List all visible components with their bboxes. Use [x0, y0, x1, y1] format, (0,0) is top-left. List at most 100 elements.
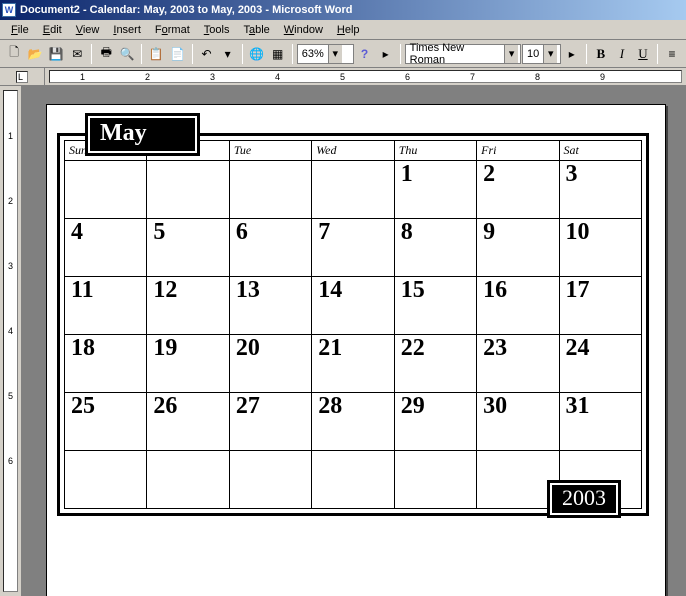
calendar-cell[interactable]	[65, 451, 147, 509]
calendar-cell[interactable]: 14	[312, 277, 394, 335]
calendar-cell[interactable]: 16	[477, 277, 559, 335]
calendar-cell[interactable]: 21	[312, 335, 394, 393]
ruler-tick: 6	[4, 456, 17, 466]
calendar-cell[interactable]: 7	[312, 219, 394, 277]
separator	[242, 44, 243, 64]
italic-button[interactable]: I	[612, 43, 632, 65]
ruler-tick: 7	[470, 71, 475, 82]
day-header: Wed	[312, 141, 394, 161]
calendar-row: 123	[65, 161, 642, 219]
calendar-cell[interactable]: 13	[229, 277, 311, 335]
calendar-cell[interactable]: 19	[147, 335, 229, 393]
chevron-down-icon[interactable]: ▾	[543, 45, 557, 63]
calendar-cell[interactable]: 17	[559, 277, 641, 335]
calendar-cell[interactable]: 15	[394, 277, 476, 335]
calendar-cell[interactable]: 30	[477, 393, 559, 451]
calendar-cell[interactable]: 18	[65, 335, 147, 393]
ruler-tick: 3	[4, 261, 17, 271]
calendar-cell[interactable]: 6	[229, 219, 311, 277]
tables-borders-icon[interactable]: ▦	[268, 43, 288, 65]
calendar-row: 45678910	[65, 219, 642, 277]
page: May SunMonTueWedThuFriSat 12345678910111…	[46, 104, 666, 596]
calendar-cell[interactable]	[312, 451, 394, 509]
calendar-cell[interactable]: 31	[559, 393, 641, 451]
calendar-cell[interactable]: 4	[65, 219, 147, 277]
calendar-cell[interactable]	[229, 161, 311, 219]
open-icon[interactable]: 📂	[25, 43, 45, 65]
calendar-cell[interactable]	[312, 161, 394, 219]
menu-insert[interactable]: Insert	[106, 22, 148, 38]
align-justify-icon[interactable]: ≡	[662, 43, 682, 65]
day-header: Fri	[477, 141, 559, 161]
calendar-cell[interactable]: 24	[559, 335, 641, 393]
calendar-row: 25262728293031	[65, 393, 642, 451]
font-combo[interactable]: Times New Roman ▾	[405, 44, 521, 64]
calendar-cell[interactable]: 9	[477, 219, 559, 277]
dropdown-icon[interactable]: ▾	[218, 43, 238, 65]
mail-icon[interactable]: ✉	[67, 43, 87, 65]
menu-window[interactable]: Window	[277, 22, 330, 38]
calendar-cell[interactable]	[65, 161, 147, 219]
print-preview-icon[interactable]: 🔍	[117, 43, 137, 65]
calendar-cell[interactable]: 28	[312, 393, 394, 451]
undo-icon[interactable]: ↶	[197, 43, 217, 65]
chevron-down-icon[interactable]: ▾	[328, 45, 342, 63]
calendar-cell[interactable]: 8	[394, 219, 476, 277]
calendar-cell[interactable]: 22	[394, 335, 476, 393]
calendar-grid: SunMonTueWedThuFriSat 123456789101112131…	[64, 140, 642, 509]
size-combo[interactable]: 10 ▾	[522, 44, 561, 64]
menu-help[interactable]: Help	[330, 22, 367, 38]
menu-view[interactable]: View	[69, 22, 107, 38]
underline-button[interactable]: U	[633, 43, 653, 65]
ruler-tick: 2	[145, 71, 150, 82]
new-doc-icon[interactable]: 🗋	[4, 43, 24, 65]
menu-format[interactable]: Format	[148, 22, 197, 38]
menu-tools[interactable]: Tools	[197, 22, 237, 38]
calendar-cell[interactable]	[147, 451, 229, 509]
horizontal-ruler: L 123456789	[0, 68, 686, 86]
calendar-cell[interactable]: 10	[559, 219, 641, 277]
zoom-combo[interactable]: 63% ▾	[297, 44, 354, 64]
calendar-cell[interactable]: 29	[394, 393, 476, 451]
calendar-cell[interactable]	[147, 161, 229, 219]
ruler-tick: 6	[405, 71, 410, 82]
menu-table[interactable]: Table	[236, 22, 276, 38]
calendar-cell[interactable]	[229, 451, 311, 509]
calendar-cell[interactable]: 12	[147, 277, 229, 335]
calendar-cell[interactable]: 11	[65, 277, 147, 335]
font-value: Times New Roman	[410, 42, 501, 66]
bold-button[interactable]: B	[591, 43, 611, 65]
help-icon[interactable]: ?	[355, 43, 375, 65]
calendar-cell[interactable]: 5	[147, 219, 229, 277]
calendar-cell[interactable]: 20	[229, 335, 311, 393]
separator	[91, 44, 92, 64]
calendar-cell[interactable]: 3	[559, 161, 641, 219]
ruler-track[interactable]: 123456	[3, 90, 18, 592]
calendar-cell[interactable]: 2	[477, 161, 559, 219]
save-icon[interactable]: 💾	[46, 43, 66, 65]
print-icon[interactable]: 🖶	[96, 43, 116, 65]
separator	[586, 44, 587, 64]
window-title: Document2 - Calendar: May, 2003 to May, …	[20, 4, 353, 16]
document-area: May SunMonTueWedThuFriSat 12345678910111…	[22, 86, 686, 596]
ruler-tick: 2	[4, 196, 17, 206]
calendar-cell[interactable]: 26	[147, 393, 229, 451]
ruler-tick: 4	[275, 71, 280, 82]
more-icon[interactable]: ▸	[562, 43, 582, 65]
paste-icon[interactable]: 📄	[167, 43, 187, 65]
calendar-cell[interactable]: 23	[477, 335, 559, 393]
more-icon[interactable]: ▸	[376, 43, 396, 65]
copy-icon[interactable]: 📋	[146, 43, 166, 65]
calendar-cell[interactable]: 1	[394, 161, 476, 219]
hyperlink-icon[interactable]: 🌐	[247, 43, 267, 65]
menu-file[interactable]: File	[4, 22, 36, 38]
tab-selector[interactable]: L	[16, 71, 28, 83]
calendar-cell[interactable]: 25	[65, 393, 147, 451]
ruler-tick: 5	[4, 391, 17, 401]
vertical-ruler: 123456	[0, 86, 22, 596]
menu-edit[interactable]: Edit	[36, 22, 69, 38]
calendar-cell[interactable]	[394, 451, 476, 509]
ruler-track[interactable]: 123456789	[49, 70, 682, 83]
chevron-down-icon[interactable]: ▾	[504, 45, 518, 63]
calendar-cell[interactable]: 27	[229, 393, 311, 451]
